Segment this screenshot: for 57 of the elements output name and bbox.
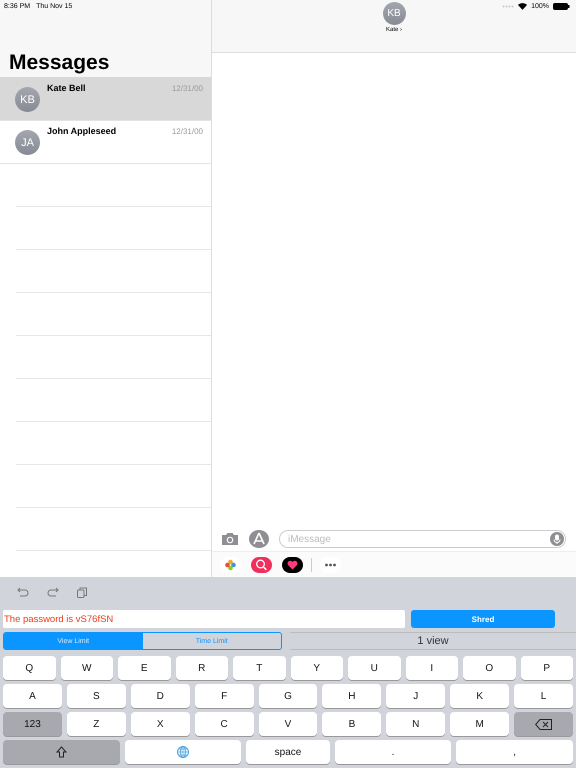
letter-key[interactable]: R bbox=[176, 656, 228, 680]
letter-key[interactable]: X bbox=[130, 712, 190, 736]
contact-name: John Appleseed bbox=[47, 126, 118, 136]
sidebar-title: Messages bbox=[8, 50, 110, 73]
letter-key[interactable]: M bbox=[450, 712, 510, 736]
letter-key[interactable]: C bbox=[194, 712, 254, 736]
message-field[interactable]: iMessage bbox=[279, 530, 566, 548]
punctuation-key[interactable]: . bbox=[334, 740, 452, 764]
letter-key[interactable]: G bbox=[258, 684, 318, 708]
letter-key[interactable]: O bbox=[463, 656, 516, 680]
letter-key[interactable]: U bbox=[348, 656, 400, 680]
letter-key[interactable]: B bbox=[322, 712, 382, 736]
message-field[interactable]: The password is vS76fSN bbox=[3, 610, 405, 628]
signal-icon bbox=[502, 4, 514, 8]
conversation-row[interactable]: KB Kate Bell 12/31/00 bbox=[0, 78, 211, 121]
letter-key[interactable]: H bbox=[322, 684, 382, 708]
letter-key[interactable]: Z bbox=[66, 712, 126, 736]
contact-name: Kate Bell bbox=[47, 83, 87, 93]
undo-icon[interactable] bbox=[17, 587, 29, 597]
backspace-icon bbox=[535, 718, 552, 730]
paste-icon[interactable] bbox=[77, 586, 87, 598]
letter-key[interactable]: Y bbox=[290, 656, 343, 680]
avatar: JA bbox=[15, 130, 40, 155]
letter-key[interactable]: A bbox=[3, 684, 62, 708]
space-key[interactable]: space bbox=[246, 740, 330, 764]
punctuation-key[interactable]: , bbox=[456, 740, 574, 764]
battery-icon bbox=[553, 2, 570, 10]
globe-icon bbox=[177, 746, 189, 758]
view-count-picker[interactable]: 1 view bbox=[290, 632, 576, 650]
letter-key[interactable]: F bbox=[194, 684, 254, 708]
letter-key[interactable]: V bbox=[258, 712, 318, 736]
letter-key[interactable]: Q bbox=[3, 656, 56, 680]
globe-key[interactable] bbox=[124, 740, 242, 764]
letter-key[interactable]: I bbox=[406, 656, 458, 680]
letter-key[interactable]: W bbox=[60, 656, 113, 680]
letter-key[interactable]: S bbox=[66, 684, 126, 708]
letter-key[interactable]: T bbox=[233, 656, 286, 680]
conversation-row[interactable]: JA John Appleseed 12/31/00 bbox=[0, 121, 211, 164]
app-store-icon[interactable] bbox=[249, 530, 269, 548]
letter-key[interactable]: E bbox=[118, 656, 170, 680]
camera-icon[interactable] bbox=[221, 532, 239, 546]
numbers-key[interactable]: 123 bbox=[3, 712, 62, 736]
letter-key[interactable]: J bbox=[386, 684, 446, 708]
shift-icon bbox=[56, 746, 67, 758]
letter-key[interactable]: N bbox=[386, 712, 446, 736]
microphone-icon[interactable] bbox=[550, 532, 564, 546]
letter-key[interactable]: D bbox=[130, 684, 190, 708]
wifi-icon bbox=[518, 2, 528, 10]
message-date: 12/31/00 bbox=[172, 84, 203, 93]
redo-icon[interactable] bbox=[47, 587, 59, 597]
avatar: KB bbox=[15, 87, 40, 112]
message-date: 12/31/00 bbox=[172, 127, 203, 136]
letter-key[interactable]: P bbox=[520, 656, 573, 680]
letter-key[interactable]: L bbox=[514, 684, 574, 708]
search-icon[interactable] bbox=[251, 556, 272, 572]
letter-key[interactable]: K bbox=[450, 684, 510, 708]
delete-key[interactable] bbox=[514, 712, 574, 736]
